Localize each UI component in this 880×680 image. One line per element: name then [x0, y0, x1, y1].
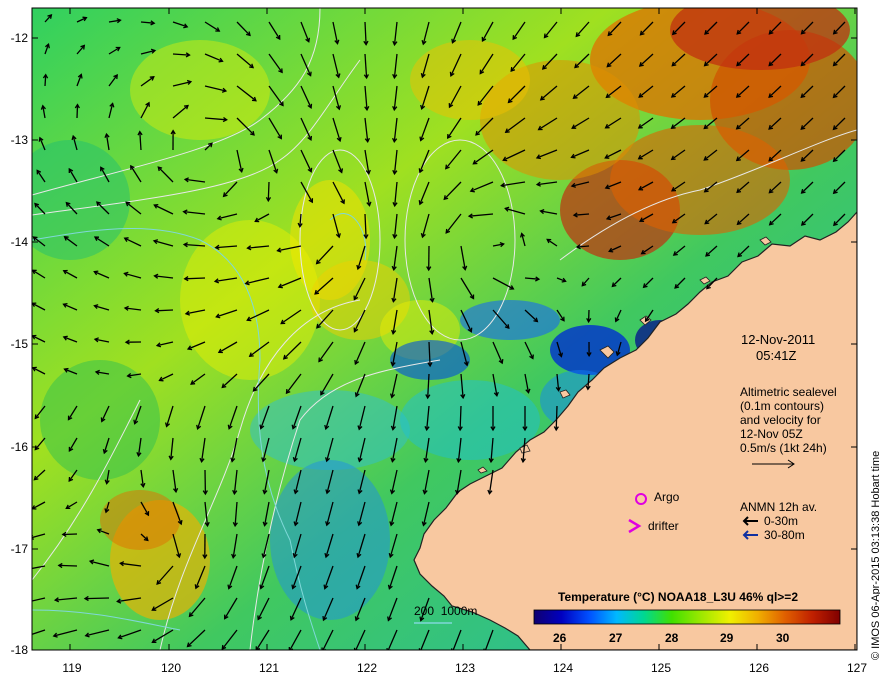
temperature-patch	[130, 40, 270, 140]
altimetry-line: 0.5m/s (1kt 24h)	[740, 441, 827, 455]
altimetry-line: (0.1m contours)	[740, 399, 825, 413]
x-tick-label: 127	[846, 661, 868, 675]
temperature-patch	[410, 40, 530, 120]
y-tick-label: -17	[10, 542, 28, 556]
x-tick-label: 124	[552, 661, 574, 675]
temperature-patch	[250, 390, 410, 470]
colorbar-tick-label: 28	[665, 631, 679, 645]
anmn-shallow-label: 0-30m	[764, 514, 799, 528]
temperature-patch	[610, 125, 790, 235]
temperature-patch	[400, 380, 540, 460]
temperature-patch	[460, 300, 560, 340]
velocity-arrow	[155, 309, 174, 312]
argo-label: Argo	[654, 490, 680, 504]
velocity-arrow	[62, 533, 78, 536]
x-tick-label: 125	[650, 661, 672, 675]
altimetry-line: Altimetric sealevel	[740, 385, 837, 399]
x-tick-label: 120	[160, 661, 182, 675]
y-tick-label: -13	[10, 133, 28, 147]
y-tick-label: -15	[10, 337, 28, 351]
x-tick-label: 119	[62, 661, 82, 675]
altimetry-line: 12-Nov 05Z	[740, 427, 803, 441]
y-tick-label: -12	[10, 31, 28, 45]
y-tick-label: -14	[10, 235, 28, 249]
temperature-patch	[40, 360, 160, 480]
date-label: 12-Nov-2011	[741, 332, 816, 347]
colorbar	[533, 609, 841, 625]
velocity-arrow	[459, 405, 462, 431]
x-tick-label: 126	[748, 661, 770, 675]
credit-text: © IMOS 06-Apr-2015 03:13:38 Hobart time	[870, 450, 880, 660]
velocity-arrowhead	[25, 600, 29, 604]
temperature-patch	[32, 140, 130, 260]
x-tick-label: 123	[454, 661, 476, 675]
velocity-arrowhead	[24, 634, 28, 638]
anmn-deep-label: 30-80m	[764, 528, 805, 542]
colorbar-tick-label: 29	[720, 631, 734, 645]
altimetry-line: and velocity for	[740, 413, 821, 427]
colorbar-tick-label: 30	[776, 631, 790, 645]
isobath-legend-label: 200 1000m	[414, 604, 478, 618]
colorbar-tick-label: 26	[553, 631, 567, 645]
velocity-arrow	[267, 181, 270, 201]
velocity-arrowhead	[27, 567, 31, 571]
y-tick-label: -18	[10, 643, 28, 657]
time-label: 05:41Z	[756, 348, 797, 363]
colorbar-tick-label: 27	[609, 631, 623, 645]
velocity-arrow	[84, 597, 110, 600]
velocity-arrow	[184, 277, 206, 280]
y-tick-label: -16	[10, 440, 28, 454]
x-tick-label: 121	[258, 661, 280, 675]
x-tick-label: 122	[356, 661, 378, 675]
temperature-patch	[100, 490, 180, 550]
anmn-title: ANMN 12h av.	[740, 500, 818, 514]
velocity-arrow	[76, 104, 79, 119]
velocity-arrow	[555, 405, 558, 431]
colorbar-title: Temperature (°C) NOAA18_L3U 46% ql>=2	[558, 590, 798, 604]
velocity-arrow	[58, 564, 78, 567]
drifter-label: drifter	[648, 519, 679, 533]
